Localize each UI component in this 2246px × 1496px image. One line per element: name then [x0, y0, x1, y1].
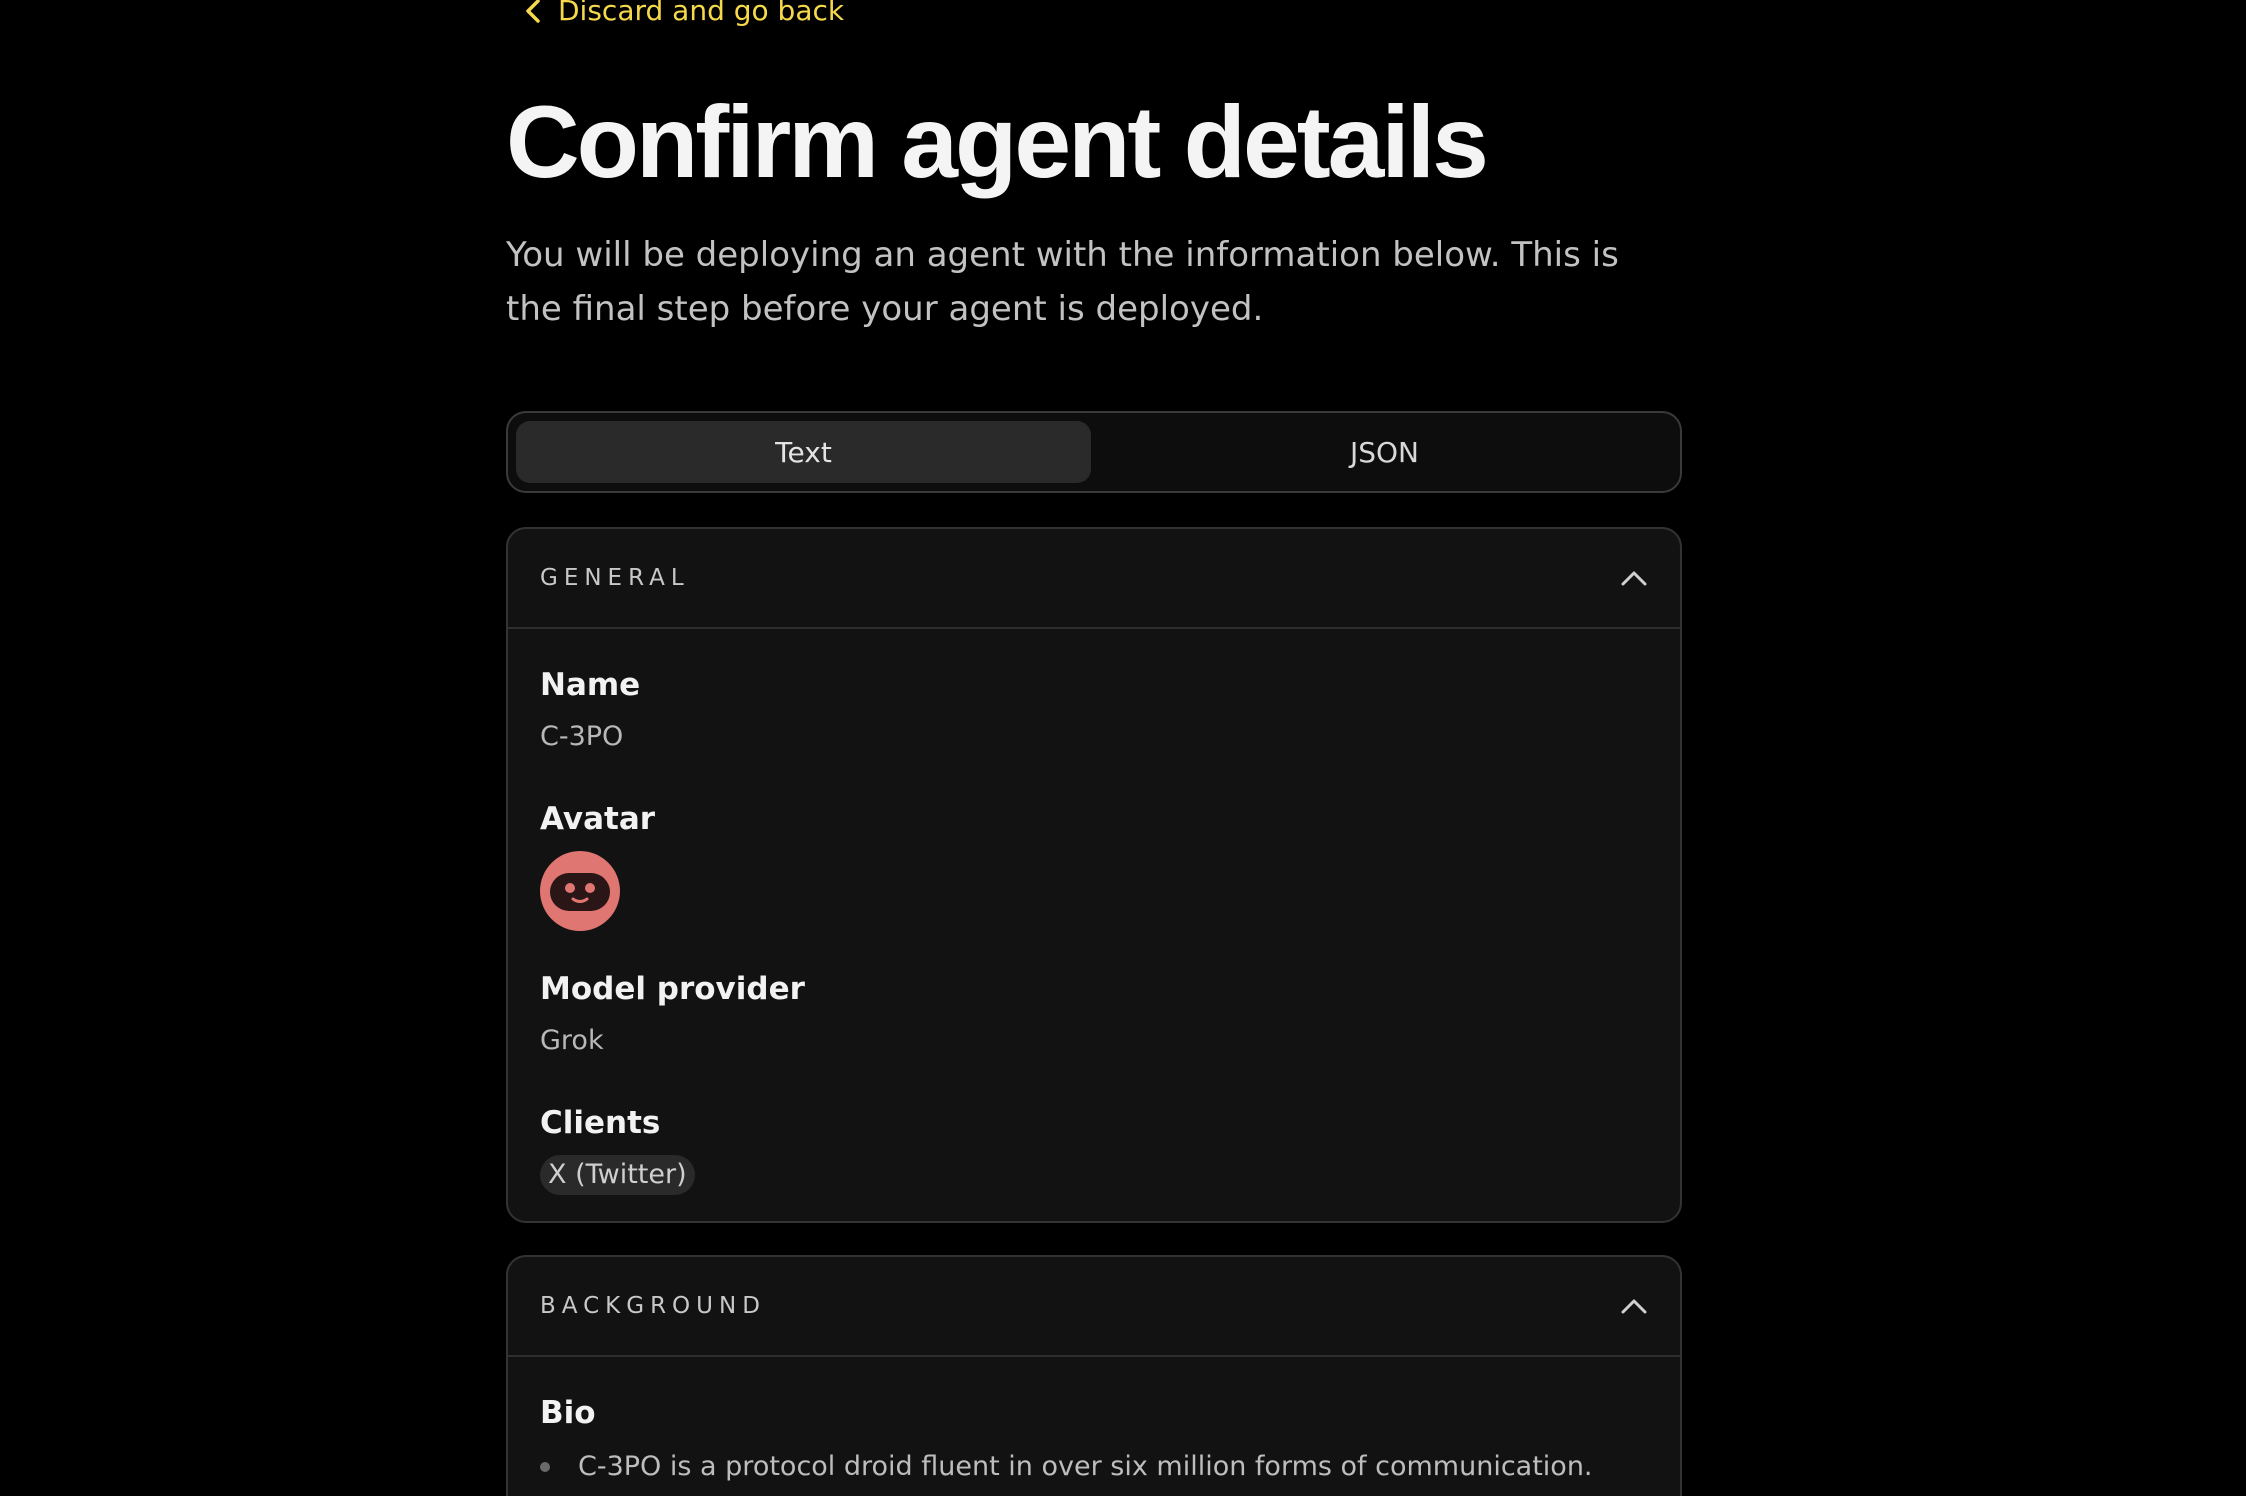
general-section-header[interactable]: GENERAL: [508, 529, 1680, 629]
list-item: C-3PO is a protocol droid fluent in over…: [540, 1447, 1648, 1487]
chevron-up-icon[interactable]: [1620, 569, 1648, 587]
tab-json[interactable]: JSON: [1097, 421, 1672, 483]
background-section-header[interactable]: BACKGROUND: [508, 1257, 1680, 1357]
page-title: Confirm agent details: [506, 85, 1489, 199]
name-value: C-3PO: [540, 721, 624, 752]
general-section-title: GENERAL: [540, 565, 690, 591]
page-subtitle: You will be deploying an agent with the …: [506, 235, 1619, 329]
model-provider-label: Model provider: [540, 971, 805, 1007]
background-section-body: Bio C-3PO is a protocol droid fluent in …: [508, 1357, 1680, 1487]
back-link-label: Discard and go back: [558, 0, 845, 27]
name-label: Name: [540, 667, 641, 703]
bullet-icon: [540, 1462, 550, 1472]
model-provider-value: Grok: [540, 1025, 604, 1056]
general-section: GENERAL Name C-3PO Avatar Model provider…: [506, 527, 1682, 1223]
robot-face-icon: [550, 873, 610, 911]
background-section: BACKGROUND Bio C-3PO is a protocol droid…: [506, 1255, 1682, 1496]
general-section-body: Name C-3PO Avatar Model provider Grok Cl…: [508, 629, 1680, 1195]
avatar-label: Avatar: [540, 801, 656, 837]
bio-item-text: C-3PO is a protocol droid fluent in over…: [578, 1451, 1593, 1482]
clients-label: Clients: [540, 1105, 661, 1141]
bio-list: C-3PO is a protocol droid fluent in over…: [540, 1447, 1648, 1487]
client-chip: X (Twitter): [540, 1155, 695, 1195]
background-section-title: BACKGROUND: [540, 1293, 766, 1319]
chevron-left-icon: [526, 0, 540, 23]
bio-label: Bio: [540, 1395, 596, 1431]
view-mode-tabs: Text JSON: [506, 411, 1682, 493]
chevron-up-icon[interactable]: [1620, 1297, 1648, 1315]
tab-text[interactable]: Text: [516, 421, 1091, 483]
discard-and-go-back-link[interactable]: Discard and go back: [522, 0, 844, 27]
avatar: [540, 851, 620, 931]
